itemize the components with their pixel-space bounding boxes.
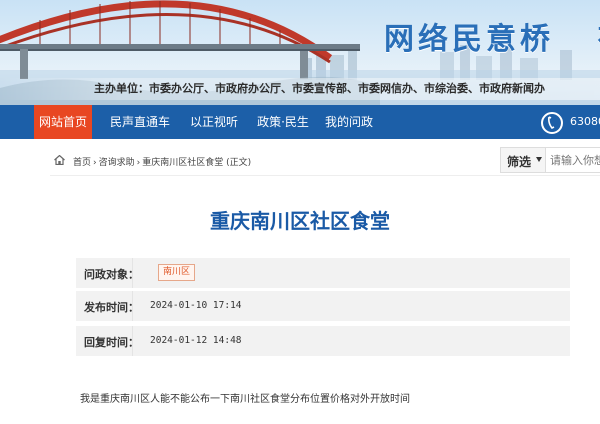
home-icon [54,155,65,165]
divider [132,291,133,321]
hotline-number: 63080 [570,115,600,128]
breadcrumb-current: 重庆南川区社区食堂 (正文) [142,158,252,168]
organizers-text: 主办单位：市委办公厅、市政府办公厅、市委宣传部、市委网信办、市综治委、市政府新闻… [0,78,600,100]
divider [132,258,133,288]
divider [132,326,133,356]
info-key-target: 问政对象： [84,268,139,281]
info-row-target: 问政对象： 南川区 [76,258,570,288]
nav-item-direct-channel[interactable]: 民声直通车 [104,105,176,139]
nav-item-my-inquiries[interactable]: 我的问政 [320,105,378,139]
article-body: 我是重庆南川区人能不能公布一下南川社区食堂分布位置价格对外开放时间 [80,394,410,405]
divider [50,175,600,176]
breadcrumb-category-link[interactable]: 咨询求助 [99,158,135,168]
info-row-reply-time: 回复时间： 2024-01-12 14:48 [76,326,570,356]
info-row-publish-time: 发布时间： 2024-01-10 17:14 [76,291,570,321]
breadcrumb-home-link[interactable]: 首页 [73,158,91,168]
filter-dropdown[interactable]: 筛选 [500,147,546,173]
breadcrumb: 首页 › 咨询求助 › 重庆南川区社区食堂 (正文) [50,147,550,175]
nav-item-policy-livelihood[interactable]: 政策·民生 [250,105,316,139]
page-title: 重庆南川区社区食堂 [210,209,390,233]
nav-item-rumor-clarify[interactable]: 以正视听 [184,105,244,139]
target-tag[interactable]: 南川区 [158,264,196,281]
breadcrumb-separator: › [93,158,97,168]
info-key-publish-time: 发布时间： [84,301,139,314]
nav-item-home[interactable]: 网站首页 [34,105,92,139]
breadcrumb-path: 首页 › 咨询求助 › 重庆南川区社区食堂 (正文) [72,155,252,168]
reply-time-value: 2024-01-12 14:48 [150,335,242,346]
info-key-reply-time: 回复时间： [84,336,139,349]
header-banner: 网络民意桥 有 主办单位：市委办公厅、市政府办公厅、市委宣传部、市委网信办、市综… [0,0,600,105]
breadcrumb-separator: › [136,158,141,168]
chevron-down-icon [536,157,542,162]
publish-time-value: 2024-01-10 17:14 [150,300,242,311]
filter-label: 筛选 [507,155,532,169]
main-nav: 网站首页 民声直通车 以正视听 政策·民生 我的问政 63080 [0,105,600,139]
site-title: 网络民意桥 有 [384,22,600,57]
phone-icon [541,112,563,134]
search-input[interactable] [546,147,600,173]
